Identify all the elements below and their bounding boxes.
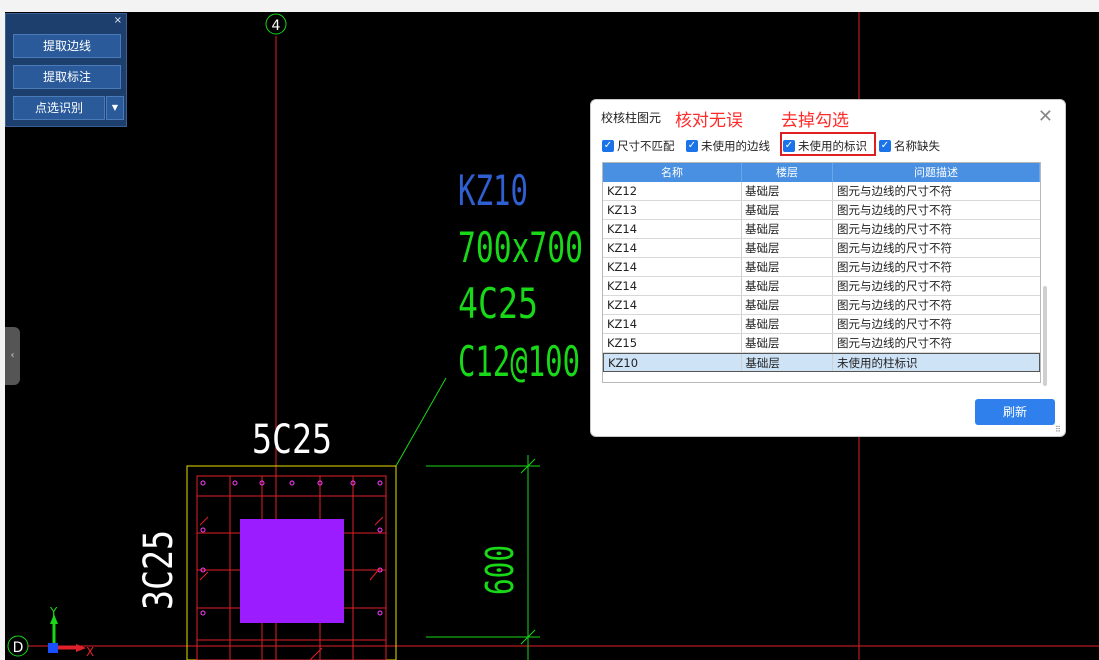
cell-name: KZ14 <box>603 296 742 314</box>
cell-floor: 基础层 <box>742 354 833 371</box>
identify-dropdown-icon[interactable]: ▼ <box>106 96 124 120</box>
extract-edges-button[interactable]: 提取边线 <box>13 34 121 58</box>
top-bars-label: 5C25 <box>252 417 332 463</box>
cell-issue: 未使用的柱标识 <box>836 356 918 370</box>
cell-name: KZ14 <box>603 220 742 238</box>
stirrup-label: C12@100 <box>458 337 580 386</box>
checkbox-label: 未使用的标识 <box>798 139 867 153</box>
cell-floor: 基础层 <box>742 201 833 219</box>
side-bars-label: 3C25 <box>136 530 182 610</box>
cell-floor: 基础层 <box>742 315 833 333</box>
checkbox-unused-labels[interactable]: ✓ 未使用的标识 <box>783 139 867 153</box>
cell-name: KZ12 <box>603 182 742 200</box>
table-row[interactable]: KZ14 基础层 图元与边线的尺寸不符 <box>603 239 1040 258</box>
cell-name: KZ14 <box>603 239 742 257</box>
panel-close-icon[interactable]: × <box>114 15 122 26</box>
cell-floor: 基础层 <box>742 182 833 200</box>
cell-issue: 图元与边线的尺寸不符 <box>837 317 952 331</box>
chevron-left-icon: ‹ <box>10 350 15 361</box>
recognition-tool-panel: × 提取边线 提取标注 点选识别 ▼ <box>5 13 127 127</box>
annotation-uncheck: 去掉勾选 <box>781 111 849 131</box>
table-header: 名称 楼层 问题描述 <box>603 163 1040 182</box>
cell-name: KZ14 <box>603 315 742 333</box>
checkbox-label: 尺寸不匹配 <box>617 139 675 153</box>
cell-issue: 图元与边线的尺寸不符 <box>837 260 952 274</box>
column-header-issue[interactable]: 问题描述 <box>833 163 1040 182</box>
resize-grip-icon[interactable]: ⠿ <box>1055 426 1063 434</box>
cell-name: KZ10 <box>604 354 743 371</box>
column-size-label: 700x700 <box>458 223 583 272</box>
checkbox-label: 未使用的边线 <box>701 139 770 153</box>
table-row[interactable]: KZ14 基础层 图元与边线的尺寸不符 <box>603 277 1040 296</box>
column-section <box>186 465 397 660</box>
checkbox-unused-edges[interactable]: ✓ 未使用的边线 <box>686 139 770 153</box>
cell-name: KZ15 <box>603 334 742 352</box>
cell-floor: 基础层 <box>742 334 833 352</box>
cell-floor: 基础层 <box>742 296 833 314</box>
leader-line <box>395 377 447 467</box>
checkbox-label: 名称缺失 <box>894 139 940 153</box>
cell-name: KZ13 <box>603 201 742 219</box>
column-header-name[interactable]: 名称 <box>603 163 742 182</box>
column-header-floor[interactable]: 楼层 <box>742 163 833 182</box>
cell-name: KZ14 <box>603 258 742 276</box>
table-row[interactable]: KZ12 基础层 图元与边线的尺寸不符 <box>603 182 1040 201</box>
table-row[interactable]: KZ14 基础层 图元与边线的尺寸不符 <box>603 315 1040 334</box>
point-select-identify-button[interactable]: 点选识别 <box>13 96 105 120</box>
ucs-icon <box>48 614 86 653</box>
axis-label-4: 4 <box>272 18 281 34</box>
side-panel-toggle[interactable]: ‹ <box>5 327 20 385</box>
table-row[interactable]: KZ13 基础层 图元与边线的尺寸不符 <box>603 201 1040 220</box>
checkbox-checked-icon[interactable]: ✓ <box>879 140 891 152</box>
dialog-title: 校核柱图元 <box>601 111 662 125</box>
checkbox-size-mismatch[interactable]: ✓ 尺寸不匹配 <box>602 139 675 153</box>
checkbox-checked-icon[interactable]: ✓ <box>686 140 698 152</box>
ucs-y-label: Y <box>49 605 58 619</box>
cell-issue: 图元与边线的尺寸不符 <box>837 184 952 198</box>
cell-issue: 图元与边线的尺寸不符 <box>837 298 952 312</box>
column-fill <box>240 519 344 623</box>
check-column-elements-dialog: 校核柱图元 ✕ 核对无误 去掉勾选 ✓ 尺寸不匹配 ✓ 未使用的边线 ✓ 未使用… <box>590 99 1066 437</box>
cell-floor: 基础层 <box>742 239 833 257</box>
cell-issue: 图元与边线的尺寸不符 <box>837 241 952 255</box>
refresh-button[interactable]: 刷新 <box>975 399 1055 425</box>
ucs-x-label: X <box>86 645 94 659</box>
dimension-600-label: 600 <box>478 545 522 595</box>
checkbox-name-missing[interactable]: ✓ 名称缺失 <box>879 139 940 153</box>
table-row-selected[interactable]: KZ10 基础层 未使用的柱标识 <box>603 353 1040 372</box>
cell-floor: 基础层 <box>742 258 833 276</box>
table-scrollbar[interactable] <box>1043 286 1047 386</box>
checkbox-checked-icon[interactable]: ✓ <box>602 140 614 152</box>
dialog-close-icon[interactable]: ✕ <box>1038 106 1053 127</box>
issues-table: 名称 楼层 问题描述 KZ12 基础层 图元与边线的尺寸不符 KZ13 基础层 图元与边… <box>602 162 1041 383</box>
cell-issue: 图元与边线的尺寸不符 <box>837 279 952 293</box>
cell-name: KZ14 <box>603 277 742 295</box>
annotation-verified: 核对无误 <box>675 111 743 131</box>
checkbox-checked-icon[interactable]: ✓ <box>783 140 795 152</box>
cell-issue: 图元与边线的尺寸不符 <box>837 336 952 350</box>
table-row[interactable]: KZ14 基础层 图元与边线的尺寸不符 <box>603 220 1040 239</box>
column-name-label: KZ10 <box>458 166 528 215</box>
main-bars-label: 4C25 <box>458 279 538 328</box>
cell-floor: 基础层 <box>742 277 833 295</box>
table-row[interactable]: KZ14 基础层 图元与边线的尺寸不符 <box>603 296 1040 315</box>
extract-labels-button[interactable]: 提取标注 <box>13 65 121 89</box>
table-row[interactable]: KZ15 基础层 图元与边线的尺寸不符 <box>603 334 1040 353</box>
cell-issue: 图元与边线的尺寸不符 <box>837 203 952 217</box>
table-row[interactable]: KZ14 基础层 图元与边线的尺寸不符 <box>603 258 1040 277</box>
axis-label-d: D <box>13 640 24 656</box>
cell-floor: 基础层 <box>742 220 833 238</box>
cell-issue: 图元与边线的尺寸不符 <box>837 222 952 236</box>
